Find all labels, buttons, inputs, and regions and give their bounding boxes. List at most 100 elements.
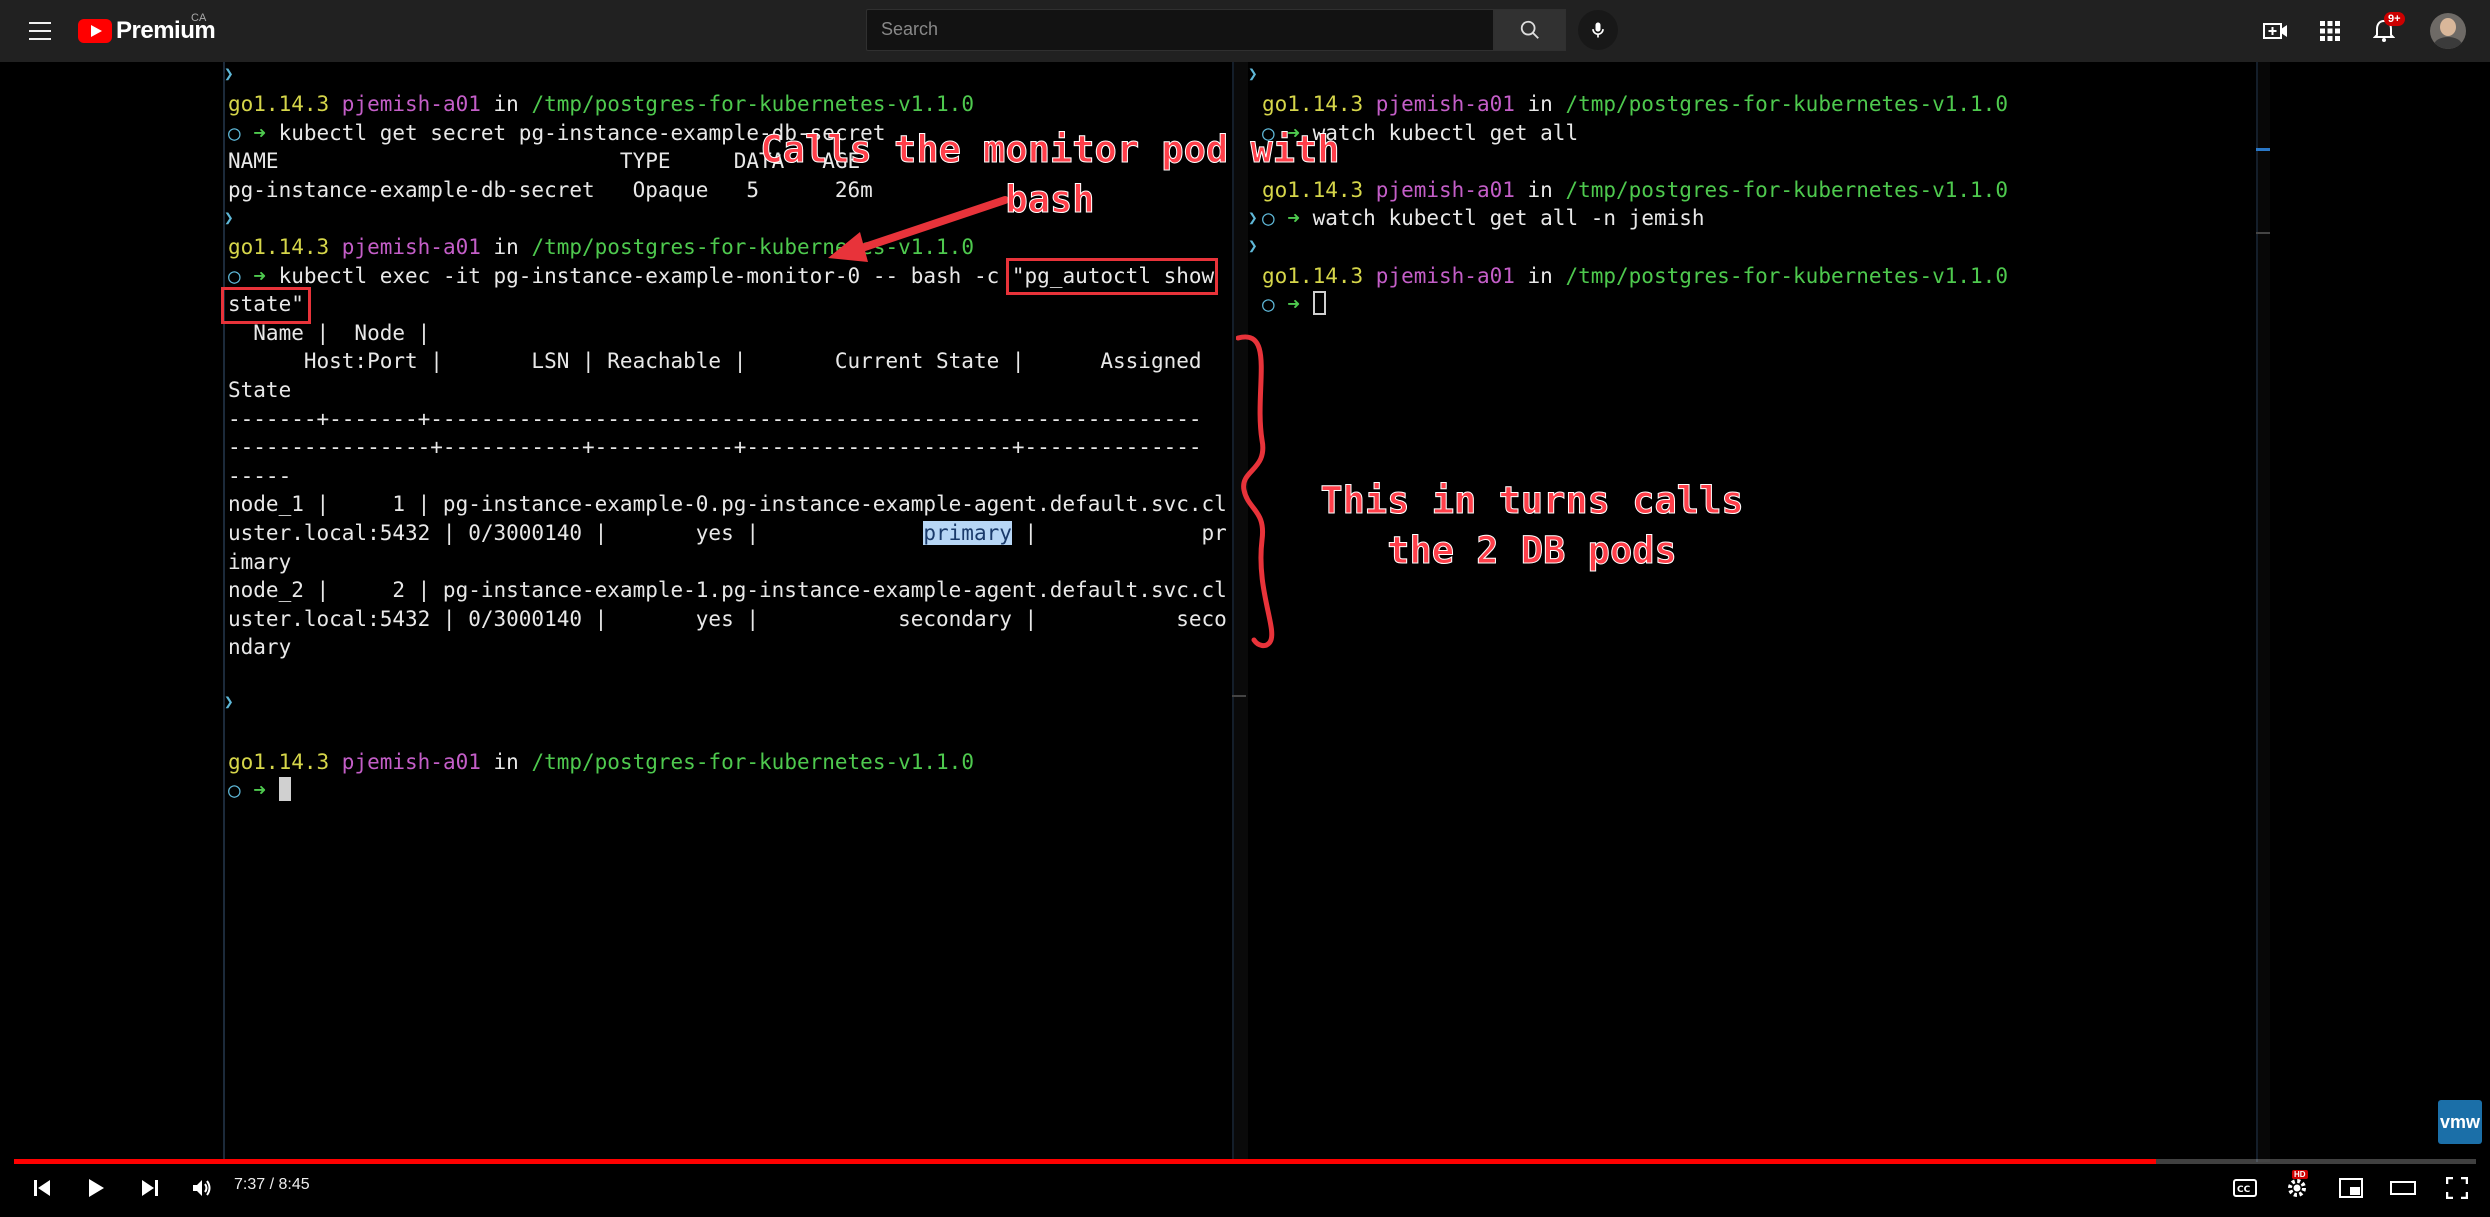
theater-mode-button[interactable] <box>2386 1172 2420 1204</box>
terminal-line: ----- <box>228 462 1227 491</box>
terminal-line: Name | Node | <box>228 319 1227 348</box>
skip-previous-icon <box>34 1180 50 1196</box>
terminal-text: pjemish-a01 <box>329 234 481 259</box>
terminal-text: primary <box>923 520 1012 545</box>
annotation-monitor-text: Calls the monitor pod with bash <box>740 125 1360 225</box>
play-icon <box>89 1179 104 1197</box>
progress-bar[interactable] <box>14 1159 2476 1164</box>
annotation-db-line2: the 2 DB pods <box>1387 529 1678 573</box>
terminal-line: ○ ➜ <box>228 776 1227 805</box>
hd-badge: HD <box>2292 1170 2308 1179</box>
masthead: Premium CA Search 9+ <box>0 0 2490 62</box>
voice-search-button[interactable] <box>1578 10 1618 50</box>
notifications-button[interactable]: 9+ <box>2368 12 2405 47</box>
terminal-text: ○ <box>228 778 254 803</box>
terminal-right-output: go1.14.3 pjemish-a01 in /tmp/postgres-fo… <box>1262 90 2008 319</box>
terminal-line: ○ ➜ <box>1262 290 2008 319</box>
annotation-monitor-line1: Calls the monitor pod with <box>760 128 1340 172</box>
miniplayer-icon <box>2339 1178 2363 1198</box>
next-button[interactable] <box>134 1172 166 1204</box>
terminal-text: ndary <box>228 635 292 660</box>
terminal-text: in <box>1514 263 1566 288</box>
vmware-watermark[interactable]: vmw <box>2438 1100 2482 1144</box>
miniplayer-button[interactable] <box>2334 1172 2368 1204</box>
terminal-text: ➜ <box>253 120 279 145</box>
terminal-text: | pr <box>1011 520 1227 545</box>
video-camera-plus-icon <box>2263 23 2287 39</box>
highlight-box-state <box>221 287 311 324</box>
terminal-line: ----------------+-----------+-----------… <box>228 433 1227 462</box>
previous-button[interactable] <box>26 1172 58 1204</box>
settings-button[interactable]: HD <box>2280 1170 2314 1204</box>
terminal-line: Host:Port | LSN | Reachable | Current St… <box>228 347 1227 376</box>
volume-button[interactable] <box>186 1172 218 1204</box>
terminal-line: uster.local:5432 | 0/3000140 | yes | pri… <box>228 519 1227 548</box>
terminal-line: go1.14.3 pjemish-a01 in /tmp/postgres-fo… <box>1262 262 2008 291</box>
terminal-text: in <box>480 92 532 116</box>
terminal-text: /tmp/postgres-for-kubernetes-v1.1.0 <box>1565 177 2008 202</box>
terminal-line: uster.local:5432 | 0/3000140 | yes | sec… <box>228 605 1227 634</box>
create-video-button[interactable] <box>2260 15 2292 47</box>
hamburger-menu-icon[interactable] <box>24 16 56 46</box>
apps-button[interactable] <box>2314 15 2346 47</box>
terminal-text: pjemish-a01 <box>329 92 481 116</box>
terminal-line: node_2 | 2 | pg-instance-example-1.pg-in… <box>228 576 1227 605</box>
terminal-text: watch kubectl get all -n jemish <box>1312 206 1705 231</box>
country-code: CA <box>191 12 207 24</box>
scroll-marker <box>1232 695 1246 697</box>
closed-captions-icon: CC <box>2233 1179 2257 1197</box>
play-button[interactable] <box>80 1172 112 1204</box>
terminal-line: go1.14.3 pjemish-a01 in /tmp/postgres-fo… <box>228 748 1227 777</box>
terminal-text: -------+-------+------------------------… <box>228 406 1202 431</box>
terminal-text: imary <box>228 549 292 574</box>
gear-icon <box>2288 1179 2306 1197</box>
terminal-cursor <box>278 777 291 802</box>
terminal-text: go1.14.3 <box>228 749 330 774</box>
fullscreen-button[interactable] <box>2440 1172 2474 1204</box>
terminal-text: ----- <box>228 463 292 488</box>
terminal-text: ○ <box>228 120 254 145</box>
terminal-line: go1.14.3 pjemish-a01 in /tmp/postgres-fo… <box>1262 176 2008 205</box>
terminal-text: node_1 | 1 | pg-instance-example-0.pg-in… <box>228 492 1227 517</box>
terminal-line: ndary <box>228 633 1227 662</box>
youtube-play-logo-icon <box>78 19 112 43</box>
terminal-text: State <box>228 377 292 402</box>
terminal-text: in <box>480 234 532 259</box>
subtitles-button[interactable]: CC <box>2228 1172 2262 1204</box>
theater-mode-icon <box>2390 1181 2416 1195</box>
terminal-text: Host:Port | LSN | Reachable | Current St… <box>228 349 1202 374</box>
annotation-db-line1: This in turns calls <box>1320 479 1744 523</box>
terminal-text: go1.14.3 <box>1262 92 1364 116</box>
terminal-text: pjemish-a01 <box>1363 263 1515 288</box>
terminal-text: go1.14.3 <box>228 92 330 116</box>
terminal-text: in <box>1514 177 1566 202</box>
search-input[interactable]: Search <box>866 9 1494 51</box>
terminal-text: go1.14.3 <box>1262 263 1364 288</box>
terminal-text: pjemish-a01 <box>329 749 481 774</box>
notification-count-badge: 9+ <box>2384 12 2405 26</box>
terminal-line: node_1 | 1 | pg-instance-example-0.pg-in… <box>228 490 1227 519</box>
search-button[interactable] <box>1494 9 1566 51</box>
terminal-text: ○ <box>1262 292 1288 317</box>
terminal-text: go1.14.3 <box>228 234 330 259</box>
fullscreen-icon <box>2446 1177 2468 1199</box>
terminal-text: pjemish-a01 <box>1363 177 1515 202</box>
terminal-line: ○ ➜ watch kubectl get all -n jemish <box>1262 204 2008 233</box>
account-avatar[interactable] <box>2430 13 2466 49</box>
prompt-marker-icon: ❯ <box>1248 236 1258 255</box>
terminal-text: /tmp/postgres-for-kubernetes-v1.1.0 <box>1565 263 2008 288</box>
terminal-text: in <box>1514 92 1566 116</box>
terminal-line: imary <box>228 548 1227 577</box>
svg-text:CC: CC <box>2237 1185 2251 1195</box>
terminal-text: ----------------+-----------+-----------… <box>228 435 1202 460</box>
search-icon <box>1520 20 1539 39</box>
progress-bar-fill <box>14 1159 2156 1164</box>
time-display: 7:37 / 8:45 <box>234 1176 310 1193</box>
terminal-right-scrollbar <box>2256 62 2270 1162</box>
terminal-line: ○ ➜ watch kubectl get all <box>1262 119 2008 148</box>
scroll-position-marker <box>2256 148 2270 151</box>
